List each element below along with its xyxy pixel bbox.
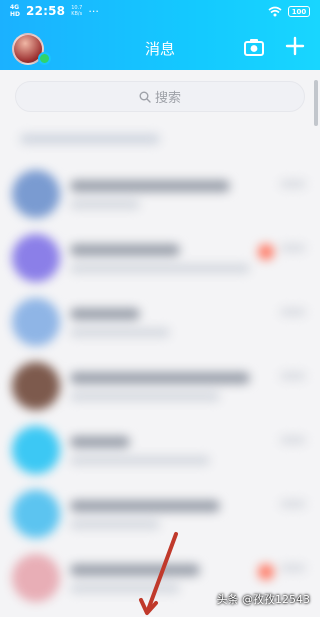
list-item-preview: [70, 264, 250, 273]
battery-level: 100: [291, 7, 307, 16]
avatar: [12, 170, 60, 218]
list-item-preview: [70, 392, 220, 401]
network-speed: 10.7 KB/s: [71, 5, 83, 17]
list-item-title: [70, 180, 230, 192]
list-item-preview: [70, 328, 170, 337]
avatar: [12, 362, 60, 410]
unread-badge: [258, 564, 274, 580]
list-item[interactable]: [0, 162, 320, 226]
search-placeholder: 搜索: [154, 91, 181, 106]
list-item[interactable]: [0, 290, 320, 354]
search-icon: [139, 91, 151, 103]
list-item-preview: [70, 584, 180, 593]
list-item-time: [280, 372, 306, 380]
avatar: [12, 234, 60, 282]
list-item-time: [280, 436, 306, 444]
list-item-time: [280, 308, 306, 316]
unread-badge: [258, 244, 274, 260]
list-item[interactable]: [0, 354, 320, 418]
search-bar[interactable]: 搜索: [15, 81, 305, 112]
list-item-title: [70, 436, 130, 448]
watermark: 头条 @孜孜12543: [216, 593, 311, 606]
avatar: [12, 426, 60, 474]
list-item-time: [280, 500, 306, 508]
status-more-dots: ···: [88, 4, 99, 18]
list-item-title: [70, 244, 180, 256]
list-item-time: [280, 244, 306, 252]
list-item-time: [280, 180, 306, 188]
avatar: [12, 554, 60, 602]
network-indicator: 4G HD: [10, 4, 21, 18]
pinned-section-label: [20, 134, 160, 144]
list-item-title: [70, 372, 250, 384]
conversation-list[interactable]: [0, 126, 320, 617]
plus-icon[interactable]: [284, 35, 306, 57]
list-item-preview: [70, 456, 210, 465]
list-item-time: [280, 564, 306, 572]
scrollbar[interactable]: [314, 80, 318, 126]
avatar: [12, 298, 60, 346]
avatar: [12, 490, 60, 538]
list-item[interactable]: [0, 482, 320, 546]
page-title: 消息: [144, 40, 175, 58]
list-item-preview: [70, 200, 140, 209]
list-item-title: [70, 308, 140, 320]
list-item[interactable]: [0, 418, 320, 482]
status-time: 22:58: [26, 4, 66, 18]
list-item-title: [70, 564, 200, 576]
list-item[interactable]: [0, 226, 320, 290]
list-item-title: [70, 500, 220, 512]
camera-icon[interactable]: [244, 38, 264, 56]
wifi-icon: [268, 6, 282, 17]
status-bar: 4G HD 22:58 10.7 KB/s ··· 100: [0, 0, 320, 24]
battery-indicator: 100: [288, 6, 310, 17]
list-item-preview: [70, 520, 160, 529]
